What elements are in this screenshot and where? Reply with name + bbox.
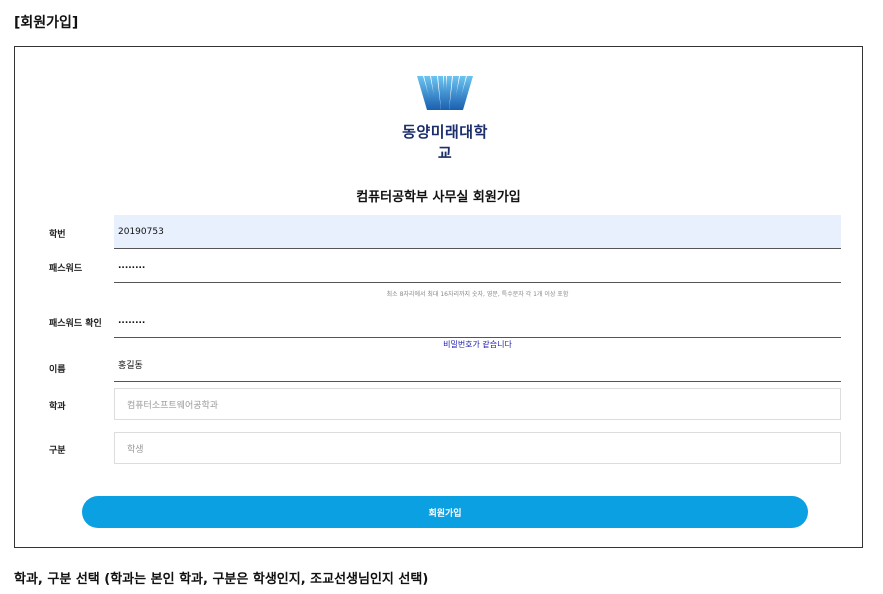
category-select[interactable]: 학생: [114, 432, 841, 464]
instruction-caption: 학과, 구분 선택 (학과는 본인 학과, 구분은 학생인지, 조교선생님인지 …: [14, 572, 429, 587]
password-confirm-label: 패스워드 확인: [49, 319, 102, 329]
student-id-input[interactable]: 20190753: [114, 215, 841, 249]
password-row: 패스워드 ........: [49, 249, 841, 283]
category-label: 구분: [49, 446, 66, 456]
university-logo-icon: [417, 76, 473, 110]
password-confirm-row: 패스워드 확인 ........: [49, 304, 841, 338]
name-input[interactable]: 홍길동: [114, 348, 841, 382]
university-name: 동양미래대학교: [402, 123, 488, 162]
student-id-row: 학번 20190753: [49, 215, 841, 249]
section-caption: [회원가입]: [14, 15, 79, 31]
password-confirm-input[interactable]: ........: [114, 304, 841, 338]
department-select[interactable]: 컴퓨터소프트웨어공학과: [114, 388, 841, 420]
department-row: 학과 컴퓨터소프트웨어공학과: [49, 388, 841, 420]
name-label: 이름: [49, 365, 66, 375]
signup-button[interactable]: 회원가입: [82, 496, 808, 528]
category-row: 구분 학생: [49, 432, 841, 464]
signup-frame: 동양미래대학교 컴퓨터공학부 사무실 회원가입 학번 20190753 패스워드…: [14, 46, 863, 548]
name-row: 이름 홍길동: [49, 348, 841, 382]
department-label: 학과: [49, 402, 66, 412]
student-id-label: 학번: [49, 230, 66, 240]
password-input[interactable]: ........: [114, 249, 841, 283]
university-logo: 동양미래대학교: [395, 74, 495, 162]
password-hint: 최소 8자리에서 최대 16자리까지 숫자, 영문, 특수문자 각 1개 이상 …: [386, 291, 569, 298]
form-title: 컴퓨터공학부 사무실 회원가입: [356, 190, 521, 205]
password-label: 패스워드: [49, 264, 83, 274]
